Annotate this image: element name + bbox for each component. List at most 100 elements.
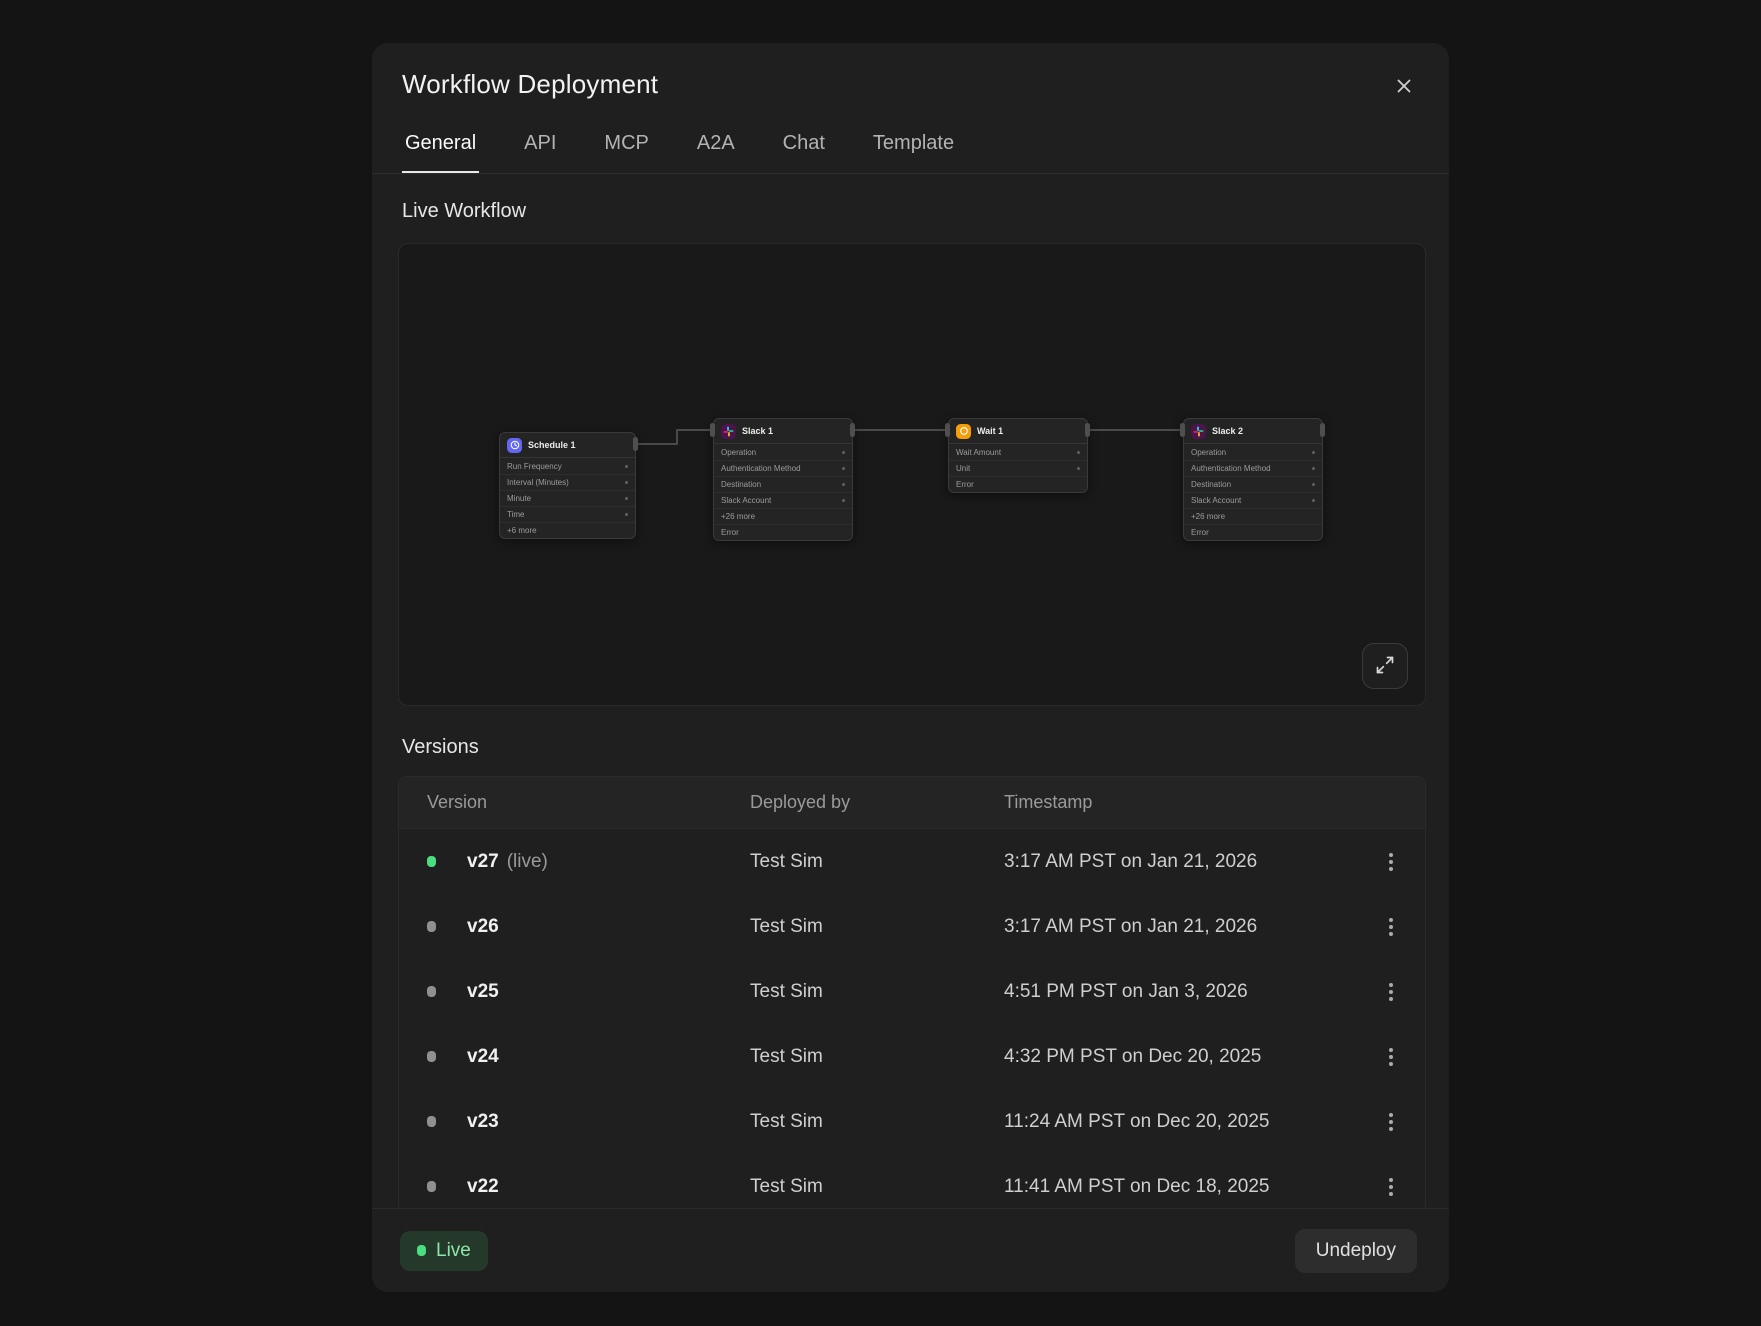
- input-port[interactable]: [710, 423, 715, 437]
- node-field: Destination: [714, 476, 852, 492]
- field-handle: [842, 499, 845, 502]
- tab-bar: General API MCP A2A Chat Template: [402, 132, 1419, 173]
- kebab-menu-icon: [1389, 1113, 1393, 1131]
- table-row: v23 Test Sim 11:24 AM PST on Dec 20, 202…: [399, 1089, 1425, 1154]
- workflow-node-slack-2[interactable]: Slack 2 Operation Authentication Method …: [1183, 418, 1323, 541]
- version-label: v27: [467, 851, 499, 873]
- node-title: Wait 1: [977, 426, 1003, 436]
- page-title: Workflow Deployment: [402, 69, 658, 100]
- row-menu-button[interactable]: [1373, 1039, 1409, 1075]
- undeploy-button[interactable]: Undeploy: [1295, 1229, 1417, 1273]
- node-field-error: Error: [714, 524, 852, 540]
- input-port[interactable]: [945, 423, 950, 437]
- kebab-menu-icon: [1389, 983, 1393, 1001]
- node-field: Operation: [714, 444, 852, 460]
- table-row: v25 Test Sim 4:51 PM PST on Jan 3, 2026: [399, 959, 1425, 1024]
- live-workflow-heading: Live Workflow: [398, 200, 1426, 223]
- node-field: Run Frequency: [500, 458, 635, 474]
- table-row: v24 Test Sim 4:32 PM PST on Dec 20, 2025: [399, 1024, 1425, 1089]
- column-header-timestamp: Timestamp: [1004, 792, 1353, 813]
- node-title: Slack 2: [1212, 426, 1243, 436]
- tab-a2a[interactable]: A2A: [694, 132, 738, 173]
- row-menu-button[interactable]: [1373, 974, 1409, 1010]
- timestamp-cell: 11:41 AM PST on Dec 18, 2025: [1004, 1176, 1353, 1198]
- workflow-node-wait-1[interactable]: Wait 1 Wait Amount Unit Error: [948, 418, 1088, 493]
- field-handle: [842, 467, 845, 470]
- row-menu-button[interactable]: [1373, 1104, 1409, 1140]
- input-port[interactable]: [1180, 423, 1185, 437]
- tab-general[interactable]: General: [402, 132, 479, 173]
- table-row: v26 Test Sim 3:17 AM PST on Jan 21, 2026: [399, 894, 1425, 959]
- live-status-label: Live: [436, 1240, 471, 1262]
- output-port[interactable]: [850, 423, 855, 437]
- workflow-node-schedule-1[interactable]: Schedule 1 Run Frequency Interval (Minut…: [499, 432, 636, 539]
- timestamp-cell: 4:32 PM PST on Dec 20, 2025: [1004, 1046, 1353, 1068]
- row-menu-button[interactable]: [1373, 844, 1409, 880]
- node-field-error: Error: [949, 476, 1087, 492]
- output-port[interactable]: [1085, 423, 1090, 437]
- node-field: Operation: [1184, 444, 1322, 460]
- field-handle: [625, 513, 628, 516]
- deployed-by-cell: Test Sim: [750, 1176, 1004, 1198]
- node-field: Time: [500, 506, 635, 522]
- column-header-version: Version: [427, 792, 750, 813]
- table-row: v27(live) Test Sim 3:17 AM PST on Jan 21…: [399, 829, 1425, 894]
- field-handle: [842, 483, 845, 486]
- status-dot: [427, 986, 436, 997]
- node-field-more: +6 more: [500, 522, 635, 538]
- output-port[interactable]: [1320, 423, 1325, 437]
- live-suffix: (live): [507, 851, 548, 873]
- timestamp-cell: 3:17 AM PST on Jan 21, 2026: [1004, 916, 1353, 938]
- status-dot: [427, 1181, 436, 1192]
- version-label: v26: [467, 916, 499, 938]
- table-header-row: Version Deployed by Timestamp: [399, 777, 1425, 829]
- live-dot-icon: [417, 1245, 426, 1256]
- deployed-by-cell: Test Sim: [750, 981, 1004, 1003]
- workflow-node-slack-1[interactable]: Slack 1 Operation Authentication Method …: [713, 418, 853, 541]
- field-handle: [625, 497, 628, 500]
- kebab-menu-icon: [1389, 1178, 1393, 1196]
- tab-mcp[interactable]: MCP: [601, 132, 651, 173]
- field-handle: [625, 465, 628, 468]
- slack-icon: [721, 424, 736, 439]
- tab-template[interactable]: Template: [870, 132, 957, 173]
- close-button[interactable]: [1389, 71, 1419, 104]
- timestamp-cell: 4:51 PM PST on Jan 3, 2026: [1004, 981, 1353, 1003]
- output-port[interactable]: [633, 437, 638, 451]
- node-field: Slack Account: [1184, 492, 1322, 508]
- version-label: v25: [467, 981, 499, 1003]
- node-field: Destination: [1184, 476, 1322, 492]
- table-row: v22 Test Sim 11:41 AM PST on Dec 18, 202…: [399, 1154, 1425, 1214]
- expand-canvas-button[interactable]: [1362, 643, 1408, 689]
- node-field: Authentication Method: [1184, 460, 1322, 476]
- field-handle: [1312, 467, 1315, 470]
- field-handle: [1077, 467, 1080, 470]
- node-field: Unit: [949, 460, 1087, 476]
- version-label: v23: [467, 1111, 499, 1133]
- slack-icon: [1191, 424, 1206, 439]
- node-field-more: +26 more: [714, 508, 852, 524]
- versions-table: Version Deployed by Timestamp v27(live) …: [398, 776, 1426, 1214]
- deployed-by-cell: Test Sim: [750, 1046, 1004, 1068]
- tab-chat[interactable]: Chat: [780, 132, 828, 173]
- status-dot: [427, 1051, 436, 1062]
- deployed-by-cell: Test Sim: [750, 851, 1004, 873]
- node-field-error: Error: [1184, 524, 1322, 540]
- row-menu-button[interactable]: [1373, 909, 1409, 945]
- field-handle: [842, 451, 845, 454]
- workflow-deployment-modal: Workflow Deployment General API MCP A2A …: [372, 43, 1449, 1292]
- deployed-by-cell: Test Sim: [750, 1111, 1004, 1133]
- version-label: v22: [467, 1176, 499, 1198]
- timer-icon: [956, 424, 971, 439]
- row-menu-button[interactable]: [1373, 1169, 1409, 1205]
- tab-api[interactable]: API: [521, 132, 559, 173]
- node-field-more: +26 more: [1184, 508, 1322, 524]
- workflow-canvas[interactable]: Schedule 1 Run Frequency Interval (Minut…: [398, 243, 1426, 706]
- version-label: v24: [467, 1046, 499, 1068]
- field-handle: [1077, 451, 1080, 454]
- node-field: Authentication Method: [714, 460, 852, 476]
- timestamp-cell: 11:24 AM PST on Dec 20, 2025: [1004, 1111, 1353, 1133]
- modal-header: Workflow Deployment General API MCP A2A …: [372, 43, 1449, 173]
- clock-icon: [507, 438, 522, 453]
- node-title: Slack 1: [742, 426, 773, 436]
